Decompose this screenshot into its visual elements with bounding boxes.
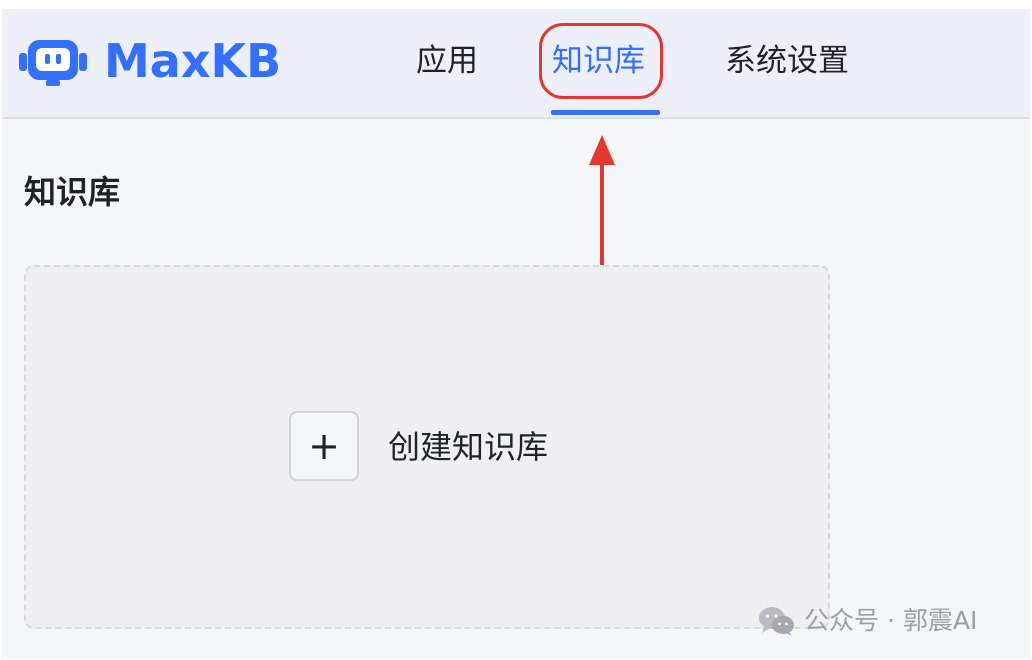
nav-tab-system-settings[interactable]: 系统设置 (725, 39, 849, 83)
top-header: MaxKB 应用 知识库 系统设置 (2, 9, 1030, 119)
active-tab-indicator (551, 110, 660, 115)
create-knowledge-label: 创建知识库 (388, 428, 549, 466)
highlight-annotation (539, 23, 663, 99)
robot-icon (19, 40, 87, 86)
nav-tab-apps[interactable]: 应用 (416, 39, 478, 83)
watermark-text: 公众号 · 郭震AI (804, 606, 978, 635)
plus-icon[interactable]: + (289, 411, 359, 481)
plus-glyph: + (308, 424, 340, 468)
create-knowledge-card[interactable]: + 创建知识库 (24, 265, 830, 629)
page-title: 知识库 (24, 173, 121, 211)
app-frame: MaxKB 应用 知识库 系统设置 知识库 + 创建知识库 公众号 · 郭震AI (2, 9, 1030, 659)
brand-name: MaxKB (104, 34, 282, 88)
wechat-icon (759, 607, 794, 636)
watermark: 公众号 · 郭震AI (758, 605, 977, 637)
arrow-up-icon (589, 135, 615, 279)
brand-logo[interactable]: MaxKB (18, 35, 281, 87)
